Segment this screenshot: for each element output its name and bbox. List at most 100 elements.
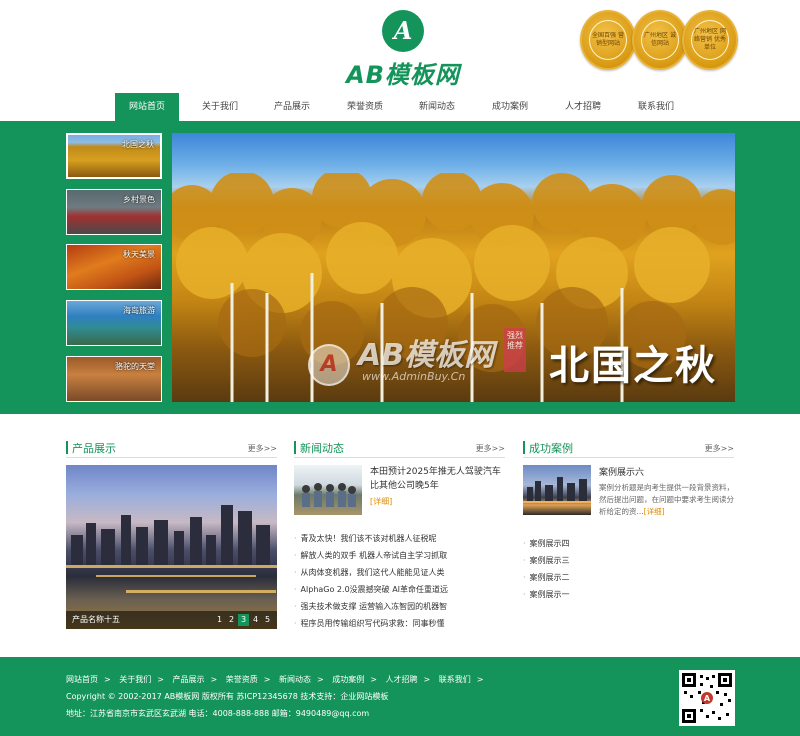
- site-header: A AB模板网 全国百强 营销型网站 广州地区 诚信网站 广州地区 网络营销 优…: [0, 0, 800, 93]
- slider-banner[interactable]: A AB模板网 www.AdminBuy.Cn 强烈推荐 北国之秋: [172, 133, 735, 402]
- products-more-link[interactable]: 更多>>: [248, 443, 277, 454]
- cases-section: 成功案例 更多>>: [523, 438, 734, 458]
- watermark-url: www.AdminBuy.Cn: [362, 370, 466, 383]
- slider-thumb-label: 海岛旅游: [123, 306, 155, 315]
- slider-thumb-4[interactable]: 海岛旅游: [66, 300, 162, 346]
- cases-title[interactable]: 成功案例: [529, 440, 573, 456]
- case-featured-more[interactable]: [详细]: [644, 507, 665, 516]
- product-name[interactable]: 产品名称十五: [72, 614, 120, 625]
- watermark-stamp: 强烈推荐: [504, 328, 526, 372]
- section-marker: [66, 441, 68, 454]
- case-item[interactable]: 案例展示四: [523, 535, 737, 552]
- news-item[interactable]: 解放人类的双手 机器人帝试自主学习抓取: [294, 547, 508, 564]
- products-title[interactable]: 产品展示: [72, 440, 116, 456]
- footer-sep: >: [157, 675, 164, 684]
- news-thumbnail[interactable]: [294, 465, 362, 515]
- pager-page-4[interactable]: 4: [250, 614, 261, 626]
- footer-sep: >: [476, 675, 484, 684]
- footer-sep: >: [104, 675, 111, 684]
- case-item[interactable]: 案例展示三: [523, 552, 737, 569]
- footer-nav-news[interactable]: 新闻动态: [279, 675, 311, 684]
- news-item[interactable]: 青及太快！我们该不该对机器人征税呢: [294, 530, 508, 547]
- nav-about[interactable]: 关于我们: [188, 93, 252, 121]
- news-featured-more[interactable]: [详细]: [370, 496, 392, 507]
- svg-text:A: A: [704, 694, 711, 703]
- slider-thumb-label: 骆驼的天堂: [115, 362, 155, 371]
- footer-copyright: Copyright © 2002-2017 AB模板网 版权所有 苏ICP123…: [66, 692, 389, 701]
- slider-thumb-1[interactable]: 北国之秋: [66, 133, 162, 179]
- footer-nav-contact[interactable]: 联系我们: [439, 675, 471, 684]
- footer-sep: >: [317, 675, 324, 684]
- products-header: 产品展示 更多>>: [66, 438, 277, 458]
- case-featured-desc: 案例分析题是向考生提供一段背景资料，然后提出问题，在问题中要求考生阅读分析给定的…: [599, 482, 737, 518]
- banner-title: 北国之秋: [549, 343, 717, 389]
- footer-nav: 网站首页 > 关于我们 > 产品展示 > 荣誉资质 > 新闻动态 > 成功案例 > 人才招聘…: [66, 674, 489, 685]
- slider-thumb-5[interactable]: 骆驼的天堂: [66, 356, 162, 402]
- logo-text: AB模板网: [346, 61, 460, 89]
- case-item[interactable]: 案例展示二: [523, 569, 737, 586]
- site-logo[interactable]: A AB模板网: [338, 10, 468, 89]
- logo-mark-letter: A: [393, 16, 413, 45]
- nav-cases[interactable]: 成功案例: [478, 93, 542, 121]
- footer-nav-about[interactable]: 关于我们: [119, 675, 151, 684]
- nav-products[interactable]: 产品展示: [260, 93, 324, 121]
- product-city-image: [66, 505, 277, 593]
- qr-code-icon: A: [679, 670, 735, 726]
- case-city-image: [523, 477, 591, 503]
- news-item[interactable]: 强夫技术做支撑 运营输入冻智园的机器智: [294, 598, 508, 615]
- news-header: 新闻动态 更多>>: [294, 438, 505, 458]
- badge-2-text: 广州地区 诚信网站: [641, 20, 679, 60]
- footer-address: 地址：江苏省南京市玄武区玄武湖 电话：4008-888-888 邮箱：94904…: [66, 709, 370, 718]
- nav-news[interactable]: 新闻动态: [405, 93, 469, 121]
- nav-contact[interactable]: 联系我们: [624, 93, 688, 121]
- news-item[interactable]: 程序员用传输组织写代码求救：同事秒懂: [294, 615, 508, 632]
- product-image[interactable]: 产品名称十五 12345: [66, 465, 277, 629]
- watermark-title: AB模板网: [358, 338, 495, 373]
- watermark-logo: A: [308, 344, 350, 386]
- case-featured-title[interactable]: 案例展示六: [599, 465, 644, 478]
- pager-page-2[interactable]: 2: [226, 614, 237, 626]
- footer-nav-cases[interactable]: 成功案例: [332, 675, 364, 684]
- certification-badges: 全国百强 营销型网站 广州地区 诚信网站 广州地区 网络营销 优秀单位: [580, 10, 740, 74]
- logo-mark: A: [382, 10, 424, 52]
- case-list: 案例展示四 案例展示三 案例展示二 案例展示一: [523, 535, 737, 603]
- news-people-image: [302, 483, 356, 507]
- footer-sep: >: [370, 675, 377, 684]
- news-title[interactable]: 新闻动态: [300, 440, 344, 456]
- cases-header: 成功案例 更多>>: [523, 438, 734, 458]
- badge-1: 全国百强 营销型网站: [580, 10, 636, 70]
- badge-2: 广州地区 诚信网站: [632, 10, 688, 70]
- product-caption: 产品名称十五 12345: [66, 611, 277, 629]
- footer-nav-jobs[interactable]: 人才招聘: [386, 675, 418, 684]
- badge-1-text: 全国百强 营销型网站: [589, 20, 627, 60]
- nav-honors[interactable]: 荣誉资质: [333, 93, 397, 121]
- pager-page-3[interactable]: 3: [238, 614, 249, 626]
- slider-thumb-2[interactable]: 乡村景色: [66, 189, 162, 235]
- slider-thumb-3[interactable]: 秋天美景: [66, 244, 162, 290]
- news-item[interactable]: 从肉体变机器，我们这代人能能见证人类: [294, 564, 508, 581]
- pager-page-5[interactable]: 5: [262, 614, 273, 626]
- cases-more-link[interactable]: 更多>>: [705, 443, 734, 454]
- section-marker: [523, 441, 525, 454]
- news-featured-title[interactable]: 本田预计2025年推无人驾驶汽车 比其他公司晚5年: [370, 465, 508, 493]
- news-item[interactable]: AlphaGo 2.0没震撼突破 AI革命任重道远: [294, 581, 508, 598]
- news-more-link[interactable]: 更多>>: [476, 443, 505, 454]
- slider-thumb-label: 秋天美景: [123, 250, 155, 259]
- badge-3: 广州地区 网络营销 优秀单位: [682, 10, 738, 70]
- main-nav: 网站首页 关于我们 产品展示 荣誉资质 新闻动态 成功案例 人才招聘 联系我们: [0, 93, 800, 121]
- product-pager: 12345: [213, 614, 273, 626]
- footer-sep: >: [210, 675, 218, 684]
- footer-sep: >: [423, 675, 431, 684]
- case-thumbnail[interactable]: [523, 465, 591, 515]
- footer-nav-products[interactable]: 产品展示: [173, 675, 205, 684]
- products-section: 产品展示 更多>>: [66, 438, 277, 458]
- nav-home[interactable]: 网站首页: [115, 93, 179, 121]
- pager-page-1[interactable]: 1: [214, 614, 225, 626]
- footer-nav-honors[interactable]: 荣誉资质: [226, 675, 258, 684]
- section-marker: [294, 441, 296, 454]
- nav-jobs[interactable]: 人才招聘: [551, 93, 615, 121]
- footer-nav-home[interactable]: 网站首页: [66, 675, 98, 684]
- slider-thumb-label: 北国之秋: [122, 140, 154, 149]
- case-item[interactable]: 案例展示一: [523, 586, 737, 603]
- news-section: 新闻动态 更多>>: [294, 438, 505, 458]
